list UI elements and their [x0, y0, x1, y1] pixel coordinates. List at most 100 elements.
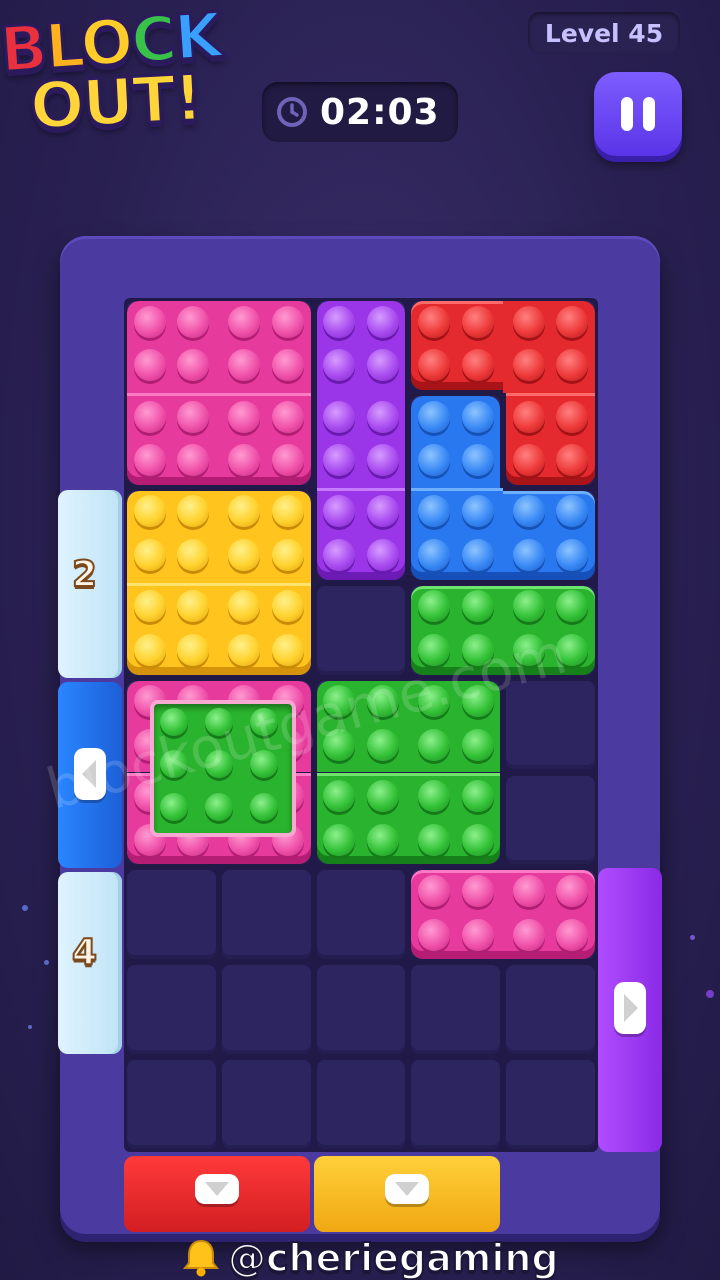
- stud: [417, 918, 450, 951]
- stud: [366, 444, 399, 477]
- stud: [512, 400, 545, 433]
- pause-icon: [621, 97, 633, 131]
- stud: [512, 539, 545, 572]
- stud: [417, 444, 450, 477]
- stud: [366, 539, 399, 572]
- stud: [323, 539, 356, 572]
- stud: [417, 305, 450, 338]
- sparkle-decoration: [706, 990, 714, 998]
- stud: [228, 400, 261, 433]
- stud: [556, 918, 589, 951]
- stud: [272, 444, 304, 477]
- logo-word-out: OUT!: [27, 60, 205, 146]
- stud: [417, 349, 450, 382]
- sparkle-decoration: [690, 935, 695, 940]
- empty-grid-cell: [506, 1060, 595, 1150]
- stud: [133, 444, 166, 477]
- stud: [366, 823, 399, 856]
- game-logo: BLOCK OUT!: [0, 0, 270, 150]
- empty-grid-cell: [221, 870, 311, 960]
- stud: [272, 539, 304, 572]
- stud: [177, 633, 210, 666]
- blue-block-cell[interactable]: [411, 395, 501, 488]
- pink-block-cell[interactable]: [127, 301, 219, 393]
- empty-grid-cell: [506, 775, 595, 865]
- empty-grid-cell: [316, 585, 406, 675]
- arrow-right-icon: [614, 982, 646, 1034]
- purple-block-cell[interactable]: [316, 301, 406, 393]
- stud: [417, 728, 450, 761]
- empty-grid-cell: [506, 965, 595, 1055]
- blue-block-cell[interactable]: [503, 490, 595, 580]
- stud: [461, 728, 494, 761]
- purple-block-cell[interactable]: [316, 487, 406, 580]
- empty-grid-cell: [411, 965, 501, 1055]
- stud: [204, 793, 233, 822]
- stud: [461, 539, 494, 572]
- stud: [133, 305, 166, 338]
- stud: [133, 400, 166, 433]
- stud: [461, 918, 494, 951]
- gate-counter: 2: [71, 553, 98, 596]
- countdown-timer: 02:03: [262, 82, 458, 142]
- empty-grid-cell: [127, 870, 216, 960]
- pink-block-cell[interactable]: [218, 301, 311, 393]
- stud: [461, 495, 494, 528]
- empty-grid-cell: [411, 1060, 501, 1150]
- stud: [461, 823, 494, 856]
- empty-grid-cell: [316, 965, 406, 1055]
- pink-block-cell[interactable]: [218, 392, 311, 485]
- purple-exit-gate[interactable]: [598, 868, 662, 1152]
- stud: [366, 400, 399, 433]
- sparkle-decoration: [22, 905, 28, 911]
- pink-block-cell[interactable]: [127, 392, 219, 485]
- red-block-cell[interactable]: [411, 301, 504, 390]
- green-block-cell[interactable]: [316, 772, 409, 865]
- level-indicator: Level 45: [528, 12, 680, 54]
- purple-block-cell[interactable]: [316, 392, 406, 488]
- stud: [461, 875, 494, 907]
- stud: [461, 780, 494, 813]
- red-block-cell[interactable]: [503, 301, 595, 393]
- yellow-block-cell[interactable]: [127, 490, 219, 583]
- creator-credit: @cheriegaming: [180, 1235, 560, 1280]
- stud: [512, 349, 545, 382]
- stud: [417, 875, 450, 907]
- bell-icon: [182, 1239, 220, 1277]
- pink-block-cell[interactable]: [411, 870, 504, 960]
- stud: [228, 305, 261, 338]
- stud: [512, 918, 545, 951]
- stud: [133, 349, 166, 382]
- red-block-cell[interactable]: [506, 392, 595, 485]
- stud: [461, 305, 494, 338]
- red-exit-gate[interactable]: [124, 1156, 310, 1232]
- empty-grid-cell: [316, 870, 406, 960]
- stud: [556, 400, 589, 433]
- blue-block-cell[interactable]: [411, 487, 504, 580]
- yellow-block-cell[interactable]: [218, 582, 311, 675]
- stud: [512, 495, 545, 528]
- stud: [417, 780, 450, 813]
- stud: [556, 305, 589, 338]
- stud: [177, 305, 210, 338]
- creator-handle: @cheriegaming: [227, 1235, 560, 1280]
- stud: [160, 793, 188, 822]
- yellow-block-cell[interactable]: [127, 582, 219, 675]
- empty-grid-cell: [221, 1060, 311, 1150]
- stud: [512, 444, 545, 477]
- arrow-down-icon: [195, 1174, 239, 1204]
- stud: [366, 495, 399, 528]
- pause-button[interactable]: [594, 72, 682, 156]
- stud: [249, 793, 278, 822]
- timer-value: 02:03: [320, 91, 440, 133]
- yellow-block-cell[interactable]: [218, 490, 311, 583]
- ice-gate-counter-2: 2: [58, 490, 122, 678]
- yellow-exit-gate[interactable]: [314, 1156, 500, 1232]
- stud: [133, 633, 166, 666]
- stud: [461, 444, 494, 477]
- empty-grid-cell: [221, 965, 311, 1055]
- stud: [133, 495, 166, 528]
- pink-block-cell[interactable]: [503, 870, 595, 960]
- stud: [323, 400, 356, 433]
- green-block-cell[interactable]: [408, 772, 501, 865]
